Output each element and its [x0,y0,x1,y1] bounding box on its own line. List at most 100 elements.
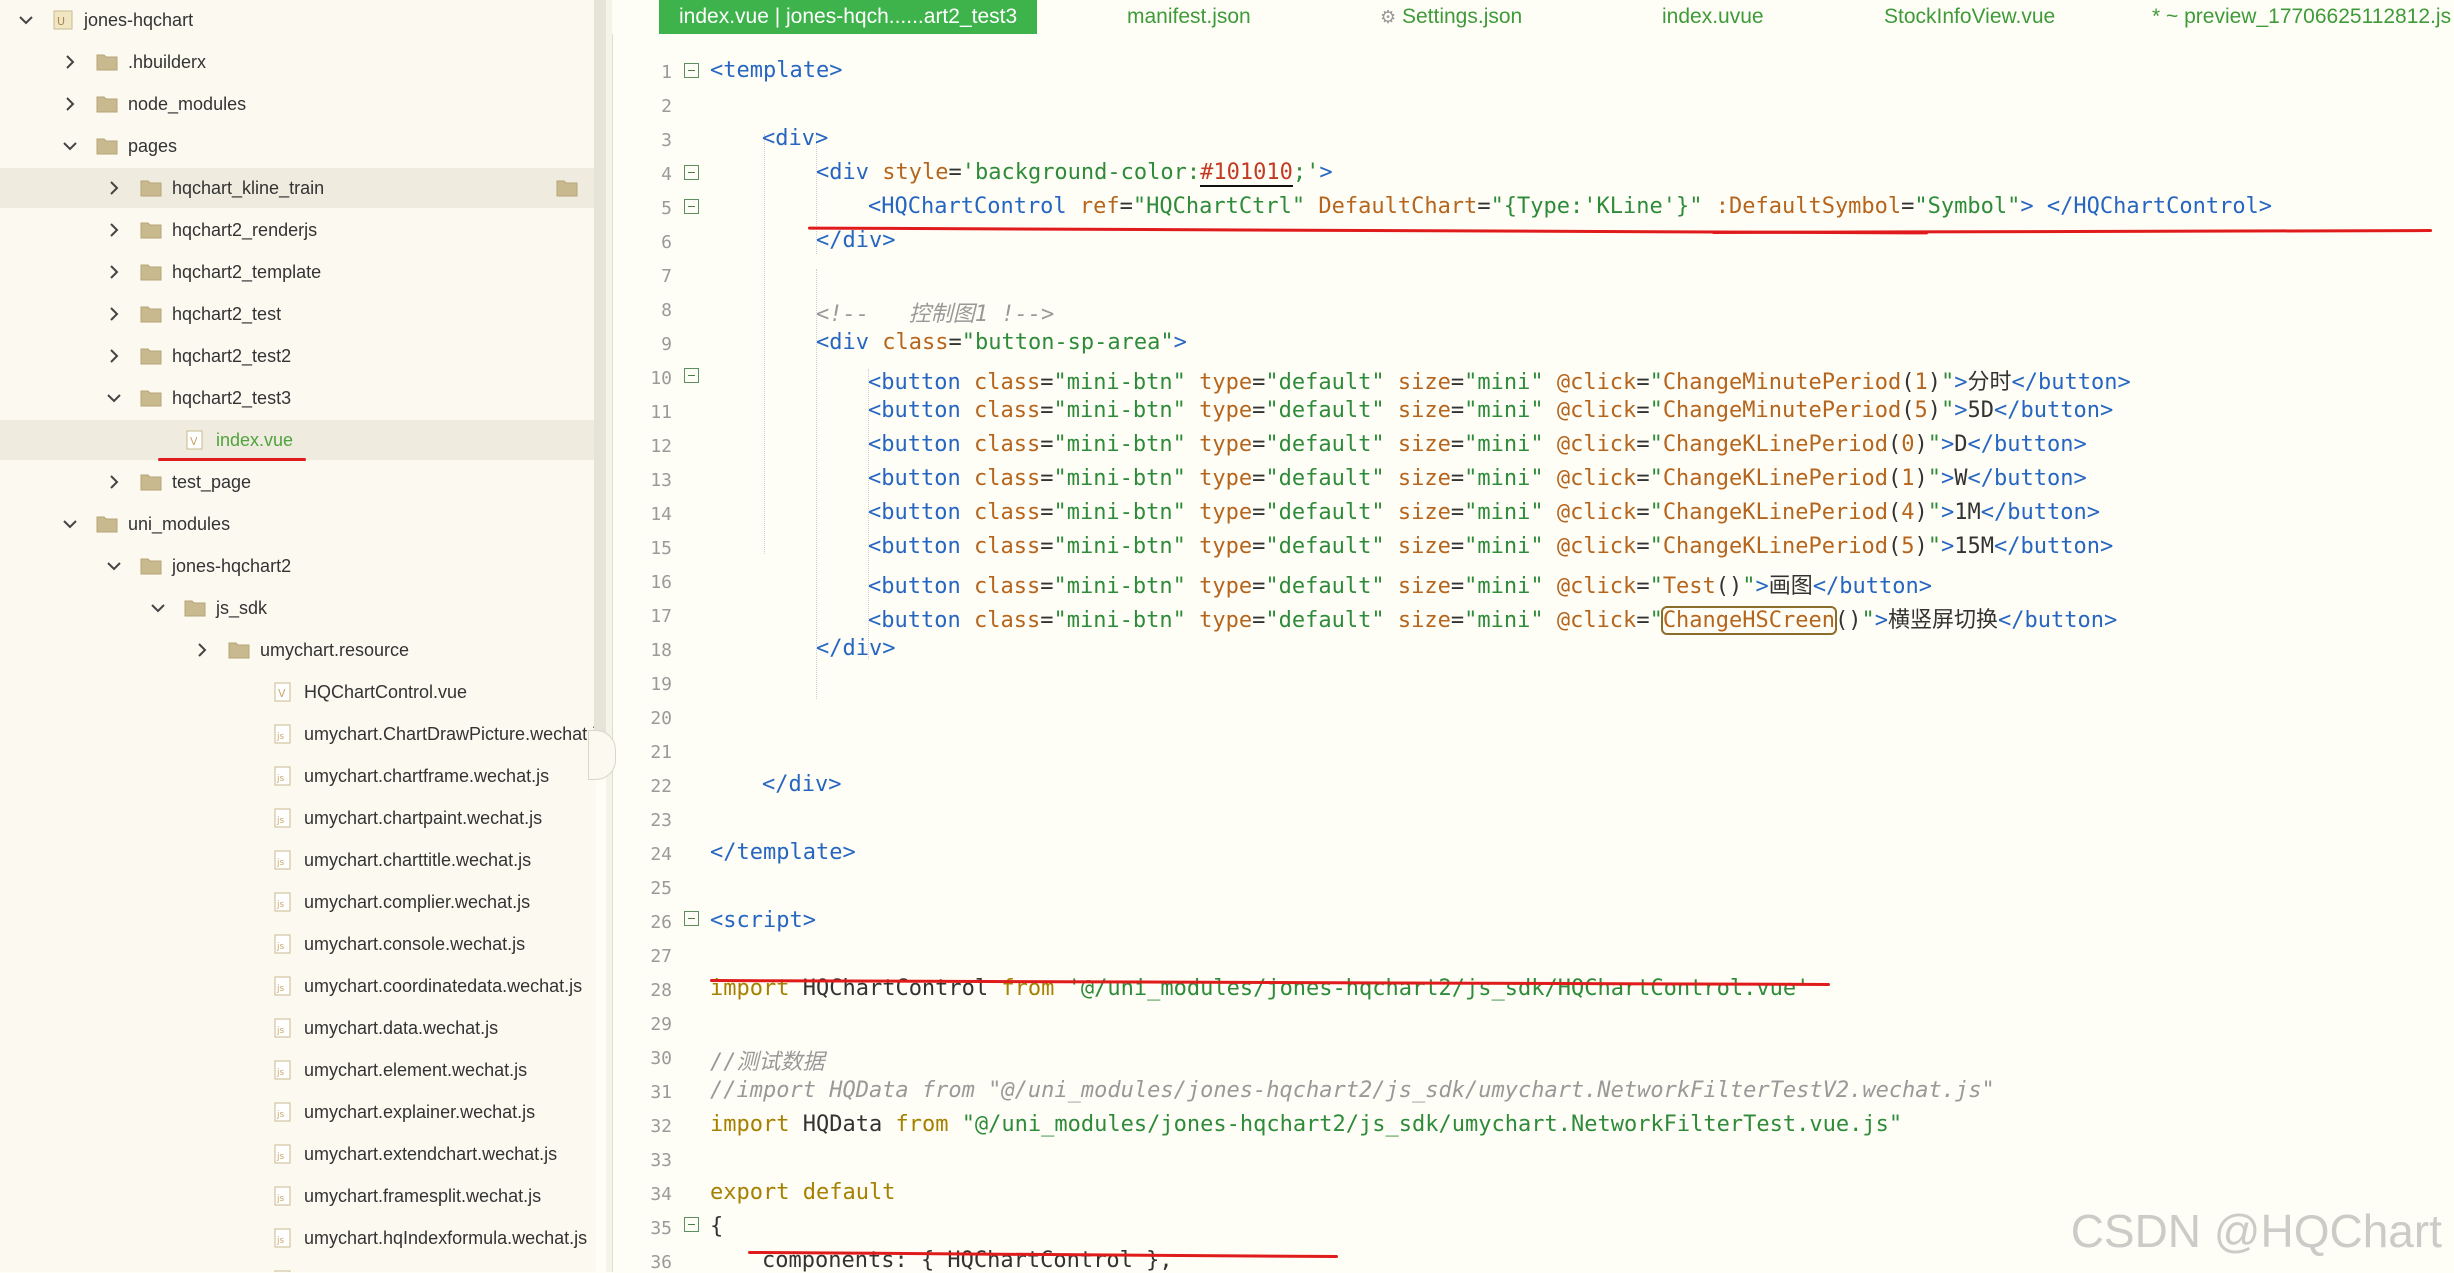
tree-item[interactable]: uni_modules [0,504,596,544]
fold-toggle-icon[interactable] [684,1217,699,1232]
tab-manifest-json[interactable]: manifest.json [1127,0,1251,34]
code-line-3[interactable]: <div> [762,126,828,151]
code-line-17[interactable]: <button class="mini-btn" type="default" … [868,602,2117,635]
code-line-13[interactable]: <button class="mini-btn" type="default" … [868,466,2087,491]
code-line-21[interactable]: </div> [762,772,841,797]
chevron-right-icon[interactable] [100,462,128,502]
chevron-down-icon[interactable] [100,546,128,586]
line-number: 35 [650,1218,672,1239]
code-line-9[interactable]: <div class="button-sp-area"> [816,330,1187,355]
code-line-4[interactable]: <div style='background-color:#101010;'> [816,160,1333,187]
code-line-31[interactable]: import HQData from "@/uni_modules/jones-… [710,1112,1902,1137]
code-line-6[interactable]: </div> [816,228,895,253]
code-line-11[interactable]: <button class="mini-btn" type="default" … [868,398,2113,423]
tab-stockinfoview-vue[interactable]: StockInfoView.vue [1884,0,2055,34]
fold-toggle-icon[interactable] [684,63,699,78]
code-line-12[interactable]: <button class="mini-btn" type="default" … [868,432,2087,457]
chevron-right-icon[interactable] [56,42,84,82]
chevron-right-icon[interactable] [100,210,128,250]
code-line-30[interactable]: //import HQData from "@/uni_modules/jone… [710,1078,1995,1103]
tree-item[interactable]: js umychart.chartpaint.wechat.js [0,798,596,838]
fold-toggle-icon[interactable] [684,911,699,926]
chevron-right-icon[interactable] [100,252,128,292]
code-line-10[interactable]: <button class="mini-btn" type="default" … [868,364,2131,396]
open-folder-icon[interactable] [556,178,578,198]
folder-icon [228,640,250,660]
tree-item[interactable]: js umychart.coordinatedata.wechat.js [0,966,596,1006]
fold-toggle-icon[interactable] [684,165,699,180]
tree-item[interactable]: hqchart_kline_train [0,168,596,208]
tree-item[interactable]: js umychart.console.wechat.js [0,924,596,964]
chevron-down-icon[interactable] [100,378,128,418]
tree-item-label: umychart.extendchart.wechat.js [304,1144,558,1164]
tree-item[interactable]: Ujones-hqchart [0,0,596,40]
chevron-right-icon[interactable] [56,84,84,124]
tree-item[interactable]: js umychart.chartframe.wechat.js [0,756,596,796]
tab-index-vue[interactable]: index.vue | jones-hqch......art2_test3 [659,0,1038,34]
chevron-down-icon[interactable] [12,0,40,40]
code-editor[interactable]: 1 2 3 4 5 6 7 8 9 10 11 12 13 14 15 16 17 18 19 20 21 22 23 24 2… [612,34,2454,1273]
chevron-down-icon[interactable] [144,588,172,628]
line-number: 10 [650,368,672,389]
tree-item[interactable]: js umychart.extendchart.wechat.js [0,1134,596,1174]
code-line-23[interactable]: </template> [710,840,856,865]
code-line-15[interactable]: <button class="mini-btn" type="default" … [868,534,2113,559]
tree-item-label: umychart.element.wechat.js [304,1060,528,1080]
tree-item[interactable]: node_modules [0,84,596,124]
js-file-icon: js [272,1144,294,1164]
code-line-1[interactable]: <template> [710,58,842,83]
fold-toggle-icon[interactable] [684,368,699,383]
tree-item-label: hqchart_kline_train [172,178,325,198]
tree-item[interactable]: V HQChartControl.vue [0,672,596,712]
tab-index-uvue[interactable]: index.uvue [1662,0,1764,34]
tree-item[interactable]: hqchart2_test2 [0,336,596,376]
tree-item[interactable]: .hbuilderx [0,42,596,82]
tree-item[interactable]: pages [0,126,596,166]
tree-item[interactable]: hqchart2_test [0,294,596,334]
tab-settings-json[interactable]: ⚙ Settings.json [1380,0,1522,34]
tree-item[interactable]: hqchart2_template [0,252,596,292]
code-line-16[interactable]: <button class="mini-btn" type="default" … [868,568,1932,600]
code-line-18[interactable]: </div> [816,636,895,661]
code-line-25[interactable]: <script> [710,908,816,933]
tree-item[interactable]: js umychart.ChartDrawPicture.wechat.js [0,714,596,754]
code-line-8[interactable]: <!-- 控制图1 !--> [816,296,1054,328]
tree-item[interactable]: js umychart.charttitle.wechat.js [0,840,596,880]
tree-item[interactable]: js umychart.explainer.wechat.js [0,1092,596,1132]
chevron-down-icon[interactable] [56,504,84,544]
tree-item[interactable]: js umychart.complier.wechat.js [0,882,596,922]
tab-label: * ~ preview_17706625112812.js [2152,5,2452,28]
chevron-right-icon[interactable] [100,294,128,334]
fold-toggle-icon[interactable] [684,199,699,214]
tree-item-label: hqchart2_test [172,304,282,324]
chevron-right-icon[interactable] [188,630,216,670]
sidebar-scrollbar[interactable] [594,0,606,768]
tree-item[interactable]: js umychart.framesplit.wechat.js [0,1176,596,1216]
chevron-down-icon[interactable] [56,126,84,166]
svg-text:js: js [276,1236,285,1246]
code-line-29[interactable]: //测试数据 [710,1044,825,1076]
tree-item-label: umychart.charttitle.wechat.js [304,850,532,870]
tree-item-label: umychart.index.data.wechat.js [304,1260,546,1272]
code-line-33[interactable]: export default [710,1180,895,1205]
tree-item[interactable]: test_page [0,462,596,502]
tree-item[interactable]: js umychart.element.wechat.js [0,1050,596,1090]
tree-item[interactable]: jones-hqchart2 [0,546,596,586]
tab-preview-js[interactable]: * ~ preview_17706625112812.js [2152,0,2451,34]
chevron-right-icon[interactable] [100,168,128,208]
tree-item[interactable]: js_sdk [0,588,596,628]
tree-item[interactable]: js umychart.data.wechat.js [0,1008,596,1048]
code-line-34[interactable]: { [710,1214,723,1239]
tree-item[interactable]: jsumychart.index.data.wechat.js [0,1260,596,1272]
code-line-5[interactable]: <HQChartControl ref="HQChartCtrl" Defaul… [868,194,2272,219]
line-number: 20 [650,708,672,729]
code-line-14[interactable]: <button class="mini-btn" type="default" … [868,500,2100,525]
tree-item[interactable]: umychart.resource [0,630,596,670]
tab-label: index.vue | jones-hqch......art2_test3 [679,5,1018,28]
tree-item[interactable]: Vindex.vue [0,420,596,460]
tree-item[interactable]: js umychart.hqIndexformula.wechat.js [0,1218,596,1258]
chevron-right-icon[interactable] [100,336,128,376]
tree-item[interactable]: hqchart2_renderjs [0,210,596,250]
tree-item[interactable]: hqchart2_test3 [0,378,596,418]
svg-text:V: V [278,687,286,700]
